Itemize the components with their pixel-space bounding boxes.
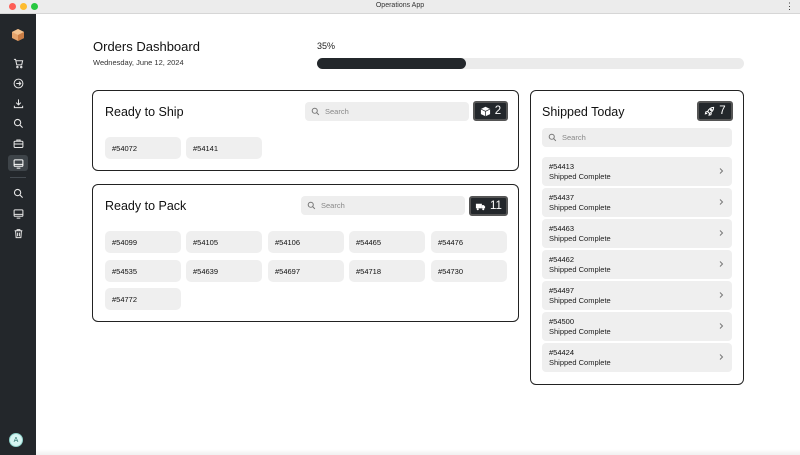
count-badge: 11 <box>469 196 508 216</box>
sidebar-divider <box>10 177 26 178</box>
panel-title: Ready to Ship <box>105 105 184 119</box>
briefcase-icon <box>13 139 23 148</box>
search-icon <box>311 107 320 116</box>
cart-icon <box>13 58 23 68</box>
order-status: Shipped Complete <box>549 265 611 274</box>
shipped-list-item[interactable]: #54462 Shipped Complete <box>542 250 732 279</box>
order-status: Shipped Complete <box>549 327 611 336</box>
order-chip[interactable]: #54106 <box>268 231 344 253</box>
monitor-icon <box>13 208 23 219</box>
chevron-right-icon <box>719 323 724 329</box>
sidebar-item-monitor-2[interactable] <box>8 205 28 221</box>
rocket-icon <box>704 106 715 116</box>
chevron-right-icon <box>719 168 724 174</box>
search-icon <box>13 118 23 128</box>
shipped-list-item[interactable]: #54497 Shipped Complete <box>542 281 732 310</box>
progress-label: 35% <box>317 41 336 51</box>
order-status: Shipped Complete <box>549 234 611 243</box>
order-id: #54500 <box>549 317 575 326</box>
ready-to-pack-panel: Ready to Pack Search 11 #54099 #54105 #5… <box>92 184 519 322</box>
ready-to-ship-panel: Ready to Ship Search 2 #54072 #54141 <box>92 90 519 171</box>
search-input[interactable]: Search <box>305 102 469 121</box>
count-value: 11 <box>490 200 502 212</box>
order-chip[interactable]: #54141 <box>186 137 262 159</box>
chevron-right-icon <box>719 292 724 298</box>
order-chip[interactable]: #54718 <box>349 260 425 282</box>
order-chip[interactable]: #54476 <box>431 231 507 253</box>
shipped-list-item[interactable]: #54463 Shipped Complete <box>542 219 732 248</box>
progress-bar-fill <box>317 58 467 69</box>
chevron-right-icon <box>719 199 724 205</box>
chevron-right-icon <box>719 261 724 267</box>
chevron-right-icon <box>719 230 724 236</box>
order-status: Shipped Complete <box>549 296 611 305</box>
sidebar-item-trash[interactable] <box>8 225 28 241</box>
panel-title: Ready to Pack <box>105 199 187 213</box>
shipped-list-item[interactable]: #54437 Shipped Complete <box>542 188 732 217</box>
order-chip[interactable]: #54535 <box>105 260 181 282</box>
order-chip[interactable]: #54072 <box>105 137 181 159</box>
search-placeholder: Search <box>321 201 345 210</box>
search-placeholder: Search <box>325 107 349 116</box>
sidebar: A <box>0 14 36 455</box>
count-badge: 7 <box>697 101 733 121</box>
order-id: #54437 <box>549 193 575 202</box>
page-date: Wednesday, June 12, 2024 <box>93 58 184 67</box>
trash-icon <box>14 228 22 238</box>
shipped-list-item[interactable]: #54424 Shipped Complete <box>542 343 732 372</box>
progress-bar <box>317 58 744 69</box>
order-id: #54462 <box>549 255 575 264</box>
order-chip[interactable]: #54772 <box>105 288 181 310</box>
search-icon <box>307 201 316 210</box>
window-titlebar: Operations App ⋮ <box>0 0 800 14</box>
order-id: #54424 <box>549 348 575 357</box>
arrow-right-circle-icon <box>13 78 23 88</box>
order-chip[interactable]: #54639 <box>186 260 262 282</box>
sidebar-item-briefcase[interactable] <box>8 135 28 151</box>
order-id: #54463 <box>549 224 575 233</box>
search-icon <box>548 133 557 142</box>
count-badge: 2 <box>473 101 508 121</box>
order-chip[interactable]: #54105 <box>186 231 262 253</box>
package-icon <box>480 106 491 116</box>
order-chip[interactable]: #54697 <box>268 260 344 282</box>
order-chip[interactable]: #54465 <box>349 231 425 253</box>
sidebar-item-cart[interactable] <box>8 55 28 71</box>
order-id: #54413 <box>549 162 575 171</box>
download-icon <box>13 98 23 108</box>
order-status: Shipped Complete <box>549 203 611 212</box>
order-status: Shipped Complete <box>549 172 611 181</box>
shipped-list-item[interactable]: #54413 Shipped Complete <box>542 157 732 186</box>
chevron-right-icon <box>719 354 724 360</box>
truck-icon <box>475 203 486 210</box>
shipped-list-item[interactable]: #54500 Shipped Complete <box>542 312 732 341</box>
count-value: 2 <box>494 105 502 117</box>
search-icon <box>13 188 23 198</box>
box-logo-icon[interactable] <box>11 28 25 42</box>
more-vertical-icon[interactable]: ⋮ <box>785 1 794 11</box>
order-id: #54497 <box>549 286 575 295</box>
order-chip[interactable]: #54730 <box>431 260 507 282</box>
sidebar-item-search[interactable] <box>8 115 28 131</box>
bottom-edge-shadow <box>36 449 800 455</box>
sidebar-item-monitor[interactable] <box>8 155 28 171</box>
search-input[interactable]: Search <box>301 196 465 215</box>
count-value: 7 <box>719 105 726 117</box>
monitor-icon <box>13 158 23 169</box>
search-input[interactable]: Search <box>542 128 732 147</box>
sidebar-item-search-2[interactable] <box>8 185 28 201</box>
avatar[interactable]: A <box>9 433 23 447</box>
page-title: Orders Dashboard <box>93 39 200 54</box>
sidebar-item-forward[interactable] <box>8 75 28 91</box>
order-chip[interactable]: #54099 <box>105 231 181 253</box>
window-title: Operations App <box>375 2 425 9</box>
order-status: Shipped Complete <box>549 358 611 367</box>
panel-title: Shipped Today <box>542 105 625 119</box>
search-placeholder: Search <box>562 133 586 142</box>
sidebar-item-download[interactable] <box>8 95 28 111</box>
